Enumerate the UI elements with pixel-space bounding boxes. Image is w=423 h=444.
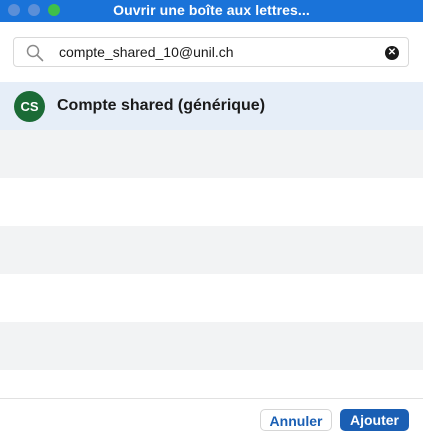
empty-row xyxy=(0,322,423,370)
empty-row xyxy=(0,226,423,274)
empty-row xyxy=(0,274,423,322)
search-input[interactable]: compte_shared_10@unil.ch ✕ xyxy=(13,37,409,67)
avatar: CS xyxy=(14,91,45,122)
results-list: CS Compte shared (générique) xyxy=(0,82,423,398)
empty-row xyxy=(0,130,423,178)
search-input-value: compte_shared_10@unil.ch xyxy=(59,44,234,60)
dialog-footer: Annuler Ajouter xyxy=(0,398,423,444)
cancel-button[interactable]: Annuler xyxy=(260,409,332,431)
add-button[interactable]: Ajouter xyxy=(340,409,409,431)
list-item-name: Compte shared (générique) xyxy=(57,97,266,114)
search-icon xyxy=(26,44,44,62)
empty-row xyxy=(0,178,423,226)
search-area: compte_shared_10@unil.ch ✕ xyxy=(0,22,423,82)
window-titlebar: Ouvrir une boîte aux lettres... xyxy=(0,0,423,22)
list-item[interactable]: CS Compte shared (générique) xyxy=(0,82,423,130)
clear-icon[interactable]: ✕ xyxy=(385,46,399,60)
empty-row xyxy=(0,370,423,398)
window-title: Ouvrir une boîte aux lettres... xyxy=(113,2,310,18)
